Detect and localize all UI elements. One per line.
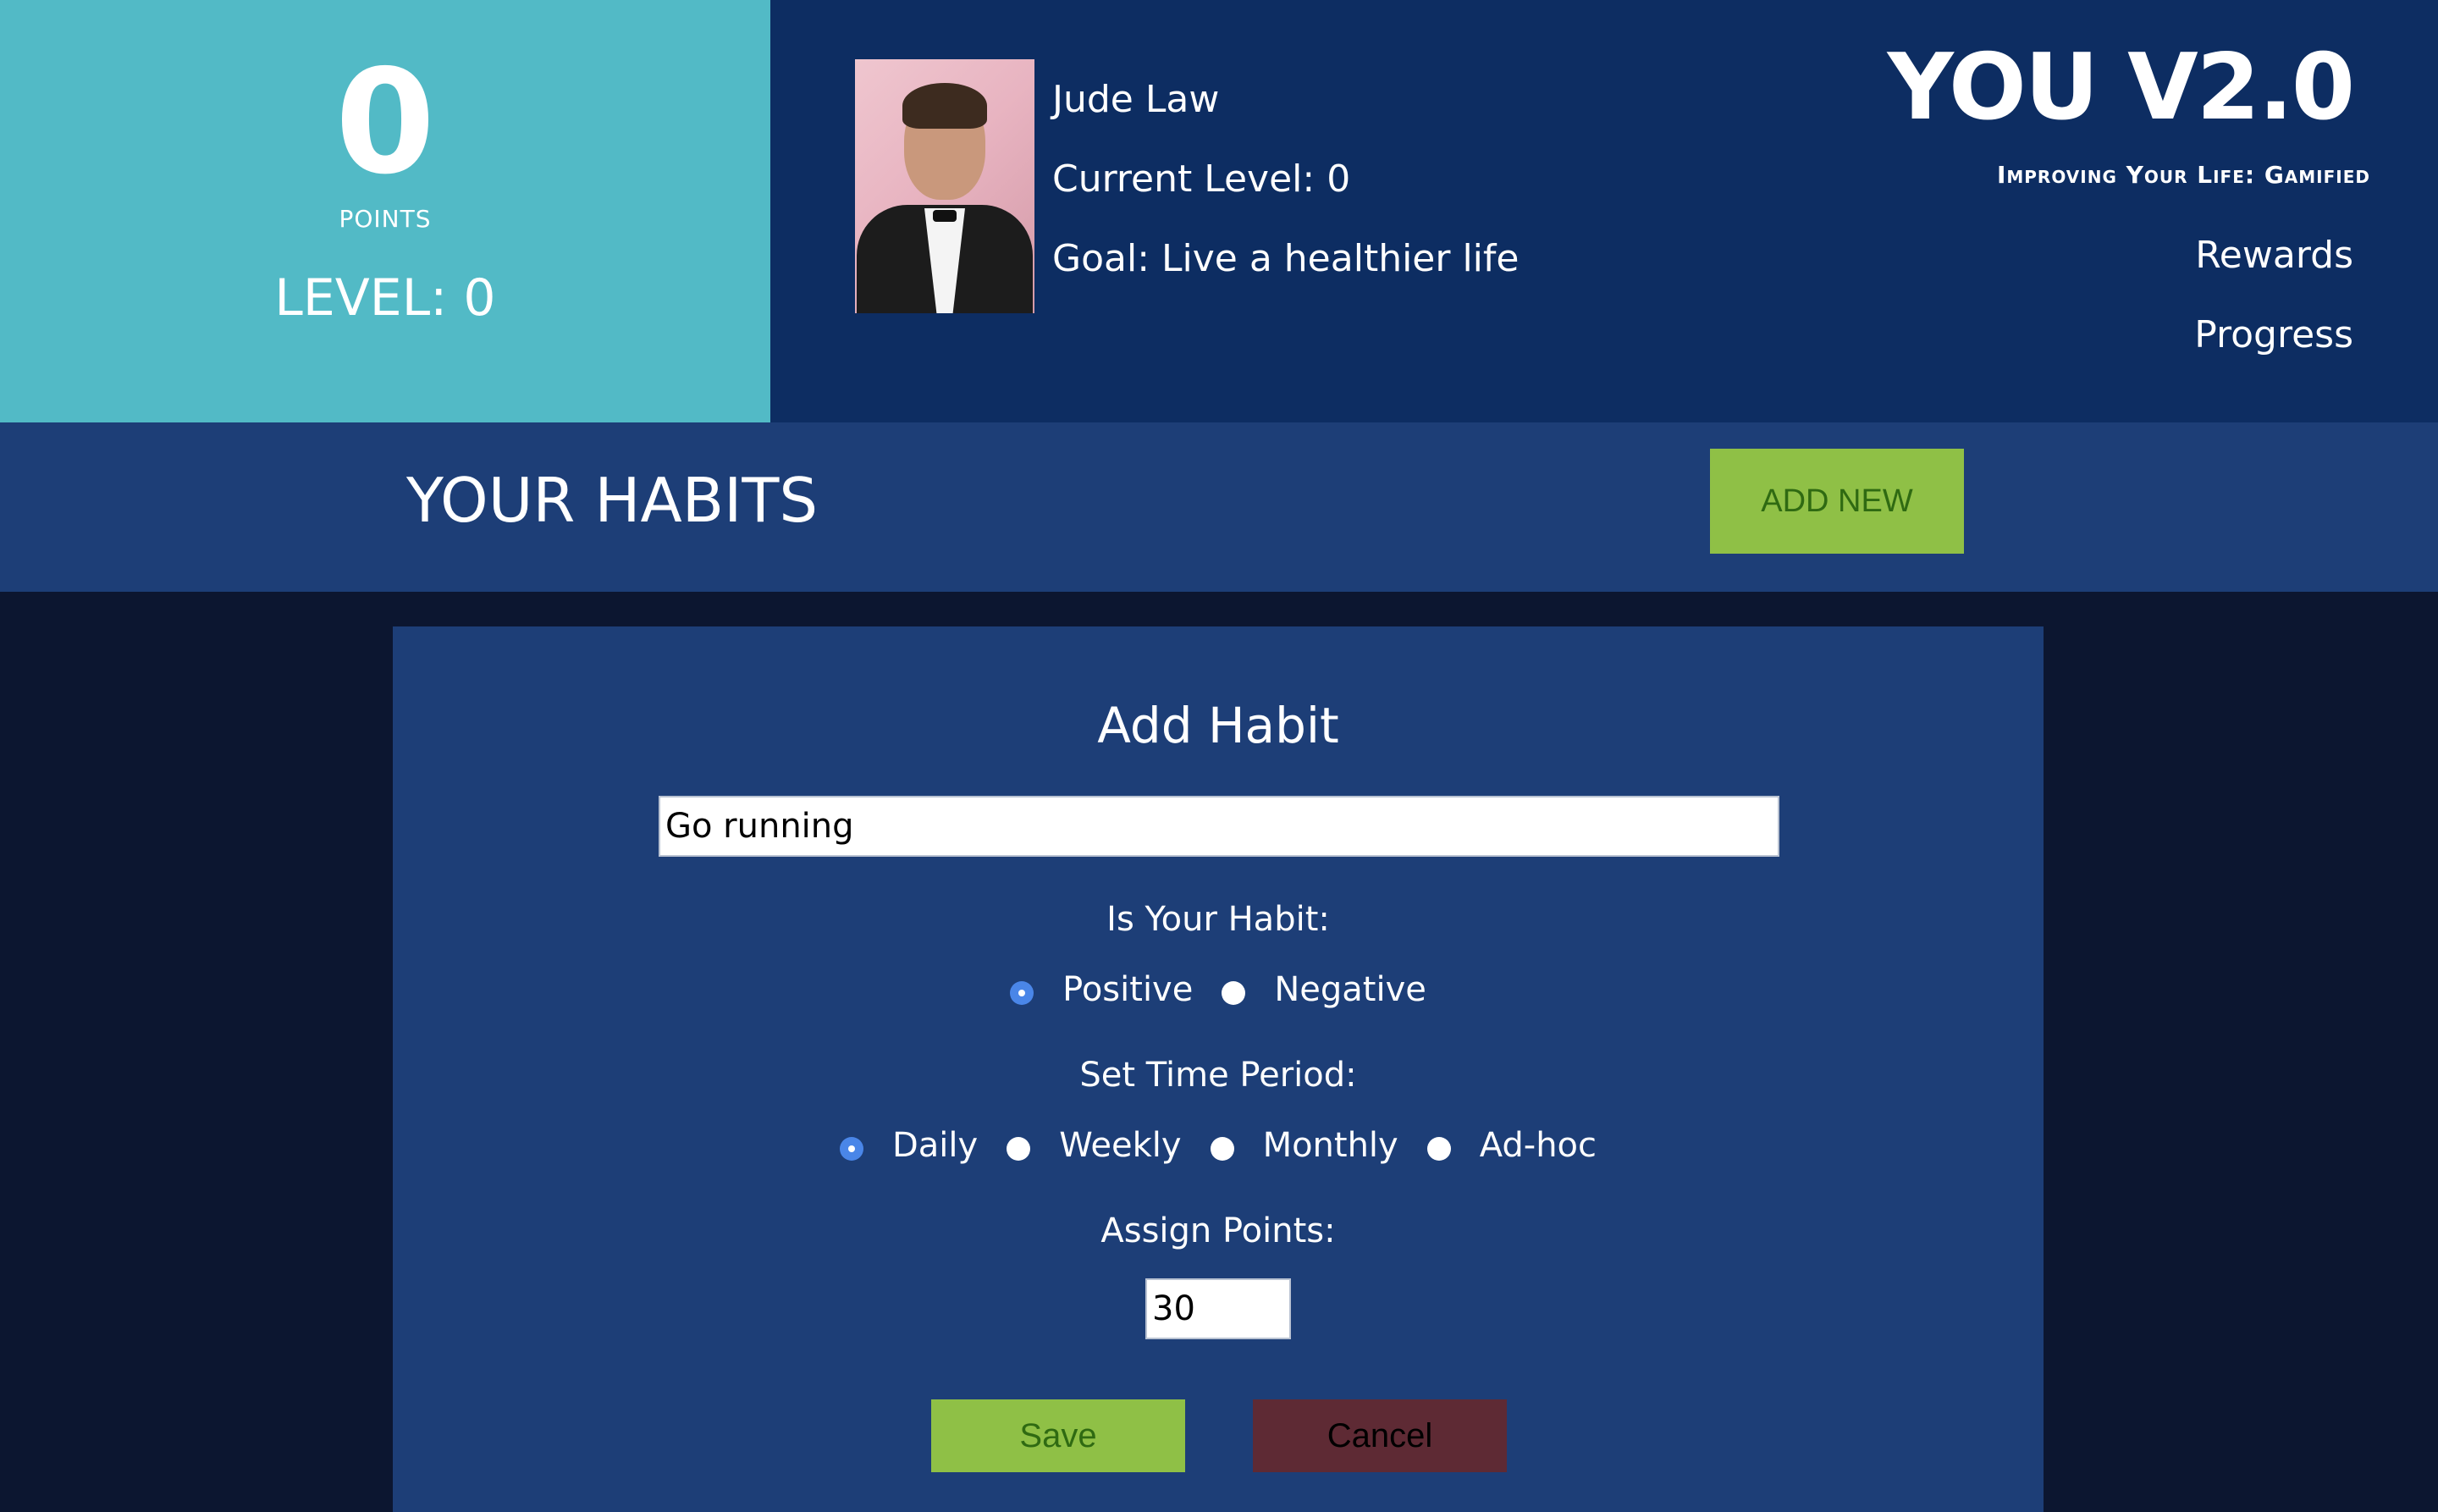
- radio-adhoc[interactable]: Ad-hoc: [1426, 1126, 1597, 1165]
- time-period-label: Set Time Period:: [1079, 1056, 1357, 1095]
- level-value: LEVEL: 0: [274, 268, 496, 328]
- radio-adhoc-label: Ad-hoc: [1479, 1126, 1597, 1165]
- points-input[interactable]: [1145, 1278, 1291, 1339]
- profile-header: Jude Law Current Level: 0 Goal: Live a h…: [770, 0, 2438, 422]
- habits-bar: YOUR HABITS ADD NEW: [0, 422, 2438, 592]
- points-label: POINTS: [339, 205, 432, 233]
- profile-current-level: Current Level: 0: [1052, 157, 1351, 201]
- radio-positive-label: Positive: [1062, 970, 1194, 1009]
- add-new-button[interactable]: ADD NEW: [1710, 449, 1964, 554]
- dialog-title: Add Habit: [1097, 697, 1339, 754]
- add-habit-dialog: Add Habit Is Your Habit: Positive Negati…: [393, 626, 2044, 1512]
- radio-negative-dot[interactable]: [1222, 981, 1246, 1005]
- radio-positive-dot[interactable]: [1010, 981, 1034, 1005]
- nav-progress-link[interactable]: Progress: [2194, 313, 2353, 356]
- habit-type-label: Is Your Habit:: [1106, 900, 1330, 939]
- radio-weekly[interactable]: Weekly: [1007, 1126, 1182, 1165]
- cancel-button[interactable]: Cancel: [1253, 1399, 1507, 1472]
- radio-monthly-label: Monthly: [1262, 1126, 1398, 1165]
- avatar: [855, 59, 1034, 313]
- radio-monthly-dot[interactable]: [1210, 1137, 1234, 1161]
- nav-rewards-link[interactable]: Rewards: [2195, 234, 2353, 277]
- radio-negative[interactable]: Negative: [1222, 970, 1426, 1009]
- habit-type-radio-group: Positive Negative: [393, 970, 2044, 1009]
- brand-tagline: Improving Your Life: Gamified: [1996, 161, 2370, 189]
- brand-title: YOU V2.0: [1887, 35, 2355, 141]
- habit-name-input[interactable]: [659, 796, 1779, 857]
- profile-name: Jude Law: [1052, 78, 1220, 121]
- radio-daily[interactable]: Daily: [839, 1126, 979, 1165]
- habits-title: YOUR HABITS: [406, 465, 819, 536]
- radio-daily-label: Daily: [891, 1126, 979, 1165]
- radio-adhoc-dot[interactable]: [1426, 1137, 1451, 1161]
- radio-monthly[interactable]: Monthly: [1210, 1126, 1398, 1165]
- radio-positive[interactable]: Positive: [1010, 970, 1193, 1009]
- radio-negative-label: Negative: [1274, 970, 1426, 1009]
- radio-weekly-label: Weekly: [1059, 1126, 1182, 1165]
- points-value: 0: [334, 39, 436, 207]
- radio-weekly-dot[interactable]: [1007, 1137, 1031, 1161]
- radio-daily-dot[interactable]: [839, 1137, 863, 1161]
- save-button[interactable]: Save: [931, 1399, 1185, 1472]
- profile-goal: Goal: Live a healthier life: [1052, 237, 1520, 280]
- points-panel: 0 POINTS LEVEL: 0: [0, 0, 770, 422]
- assign-points-label: Assign Points:: [1100, 1211, 1336, 1250]
- time-period-radio-group: Daily Weekly Monthly Ad-hoc: [393, 1126, 2044, 1165]
